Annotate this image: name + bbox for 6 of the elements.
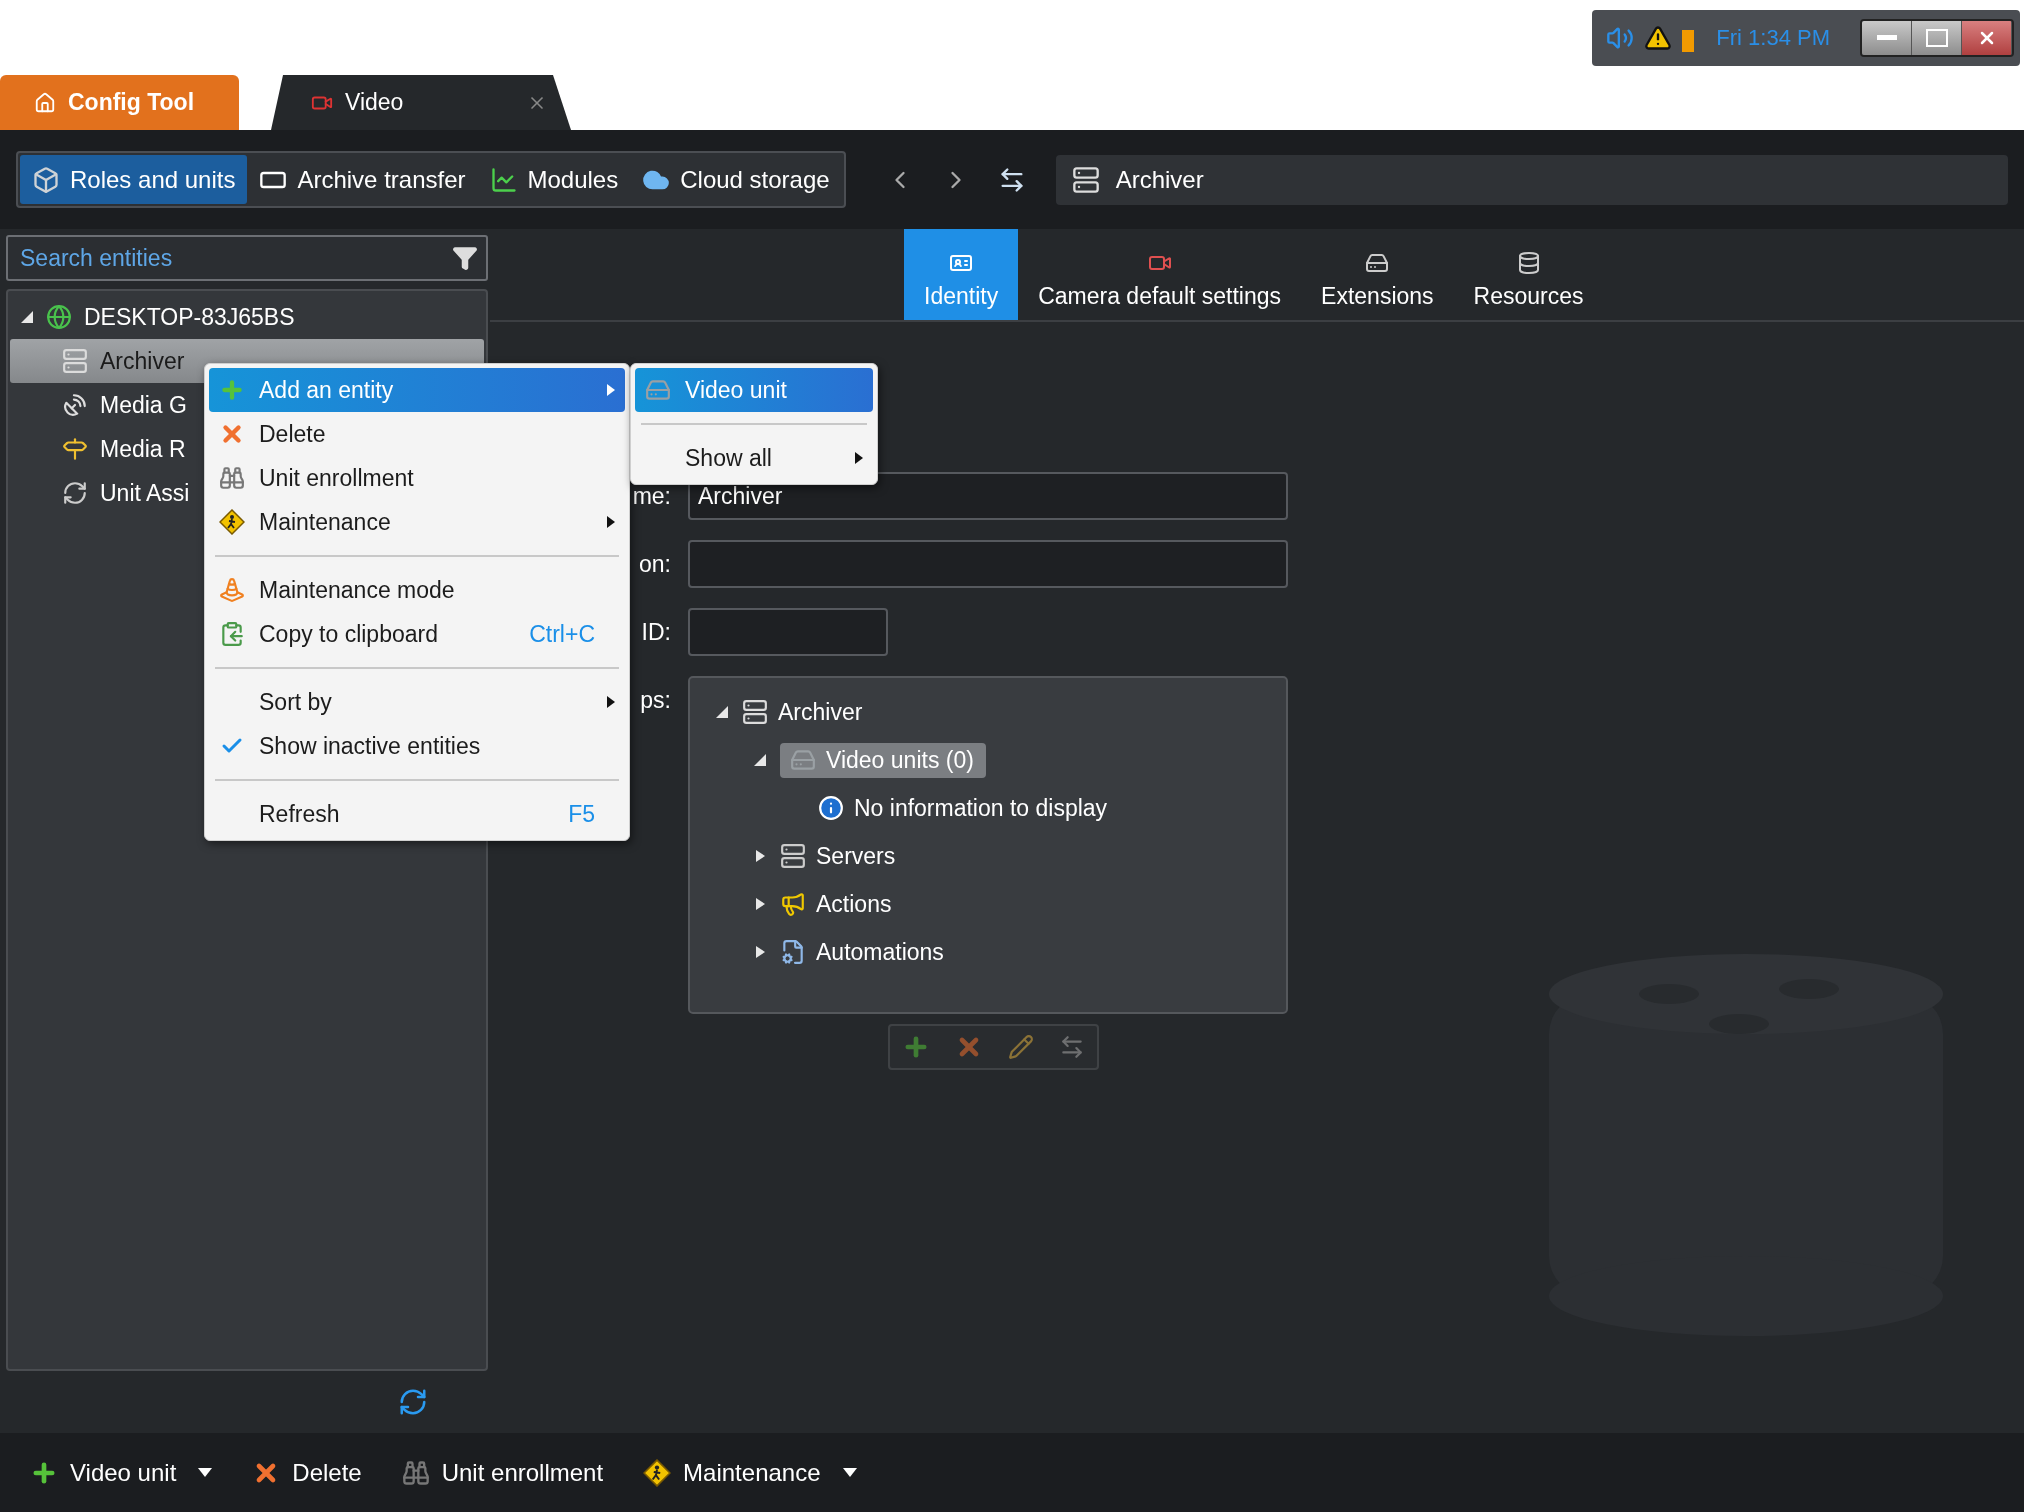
field-label: ps: xyxy=(640,686,671,716)
clock-time: Fri 1:34 PM xyxy=(1716,25,1830,51)
field-label: on: xyxy=(639,550,671,580)
breadcrumb-label: Archiver xyxy=(1115,165,1204,194)
field-label: me: xyxy=(632,482,671,512)
field-label: ID: xyxy=(641,618,671,648)
